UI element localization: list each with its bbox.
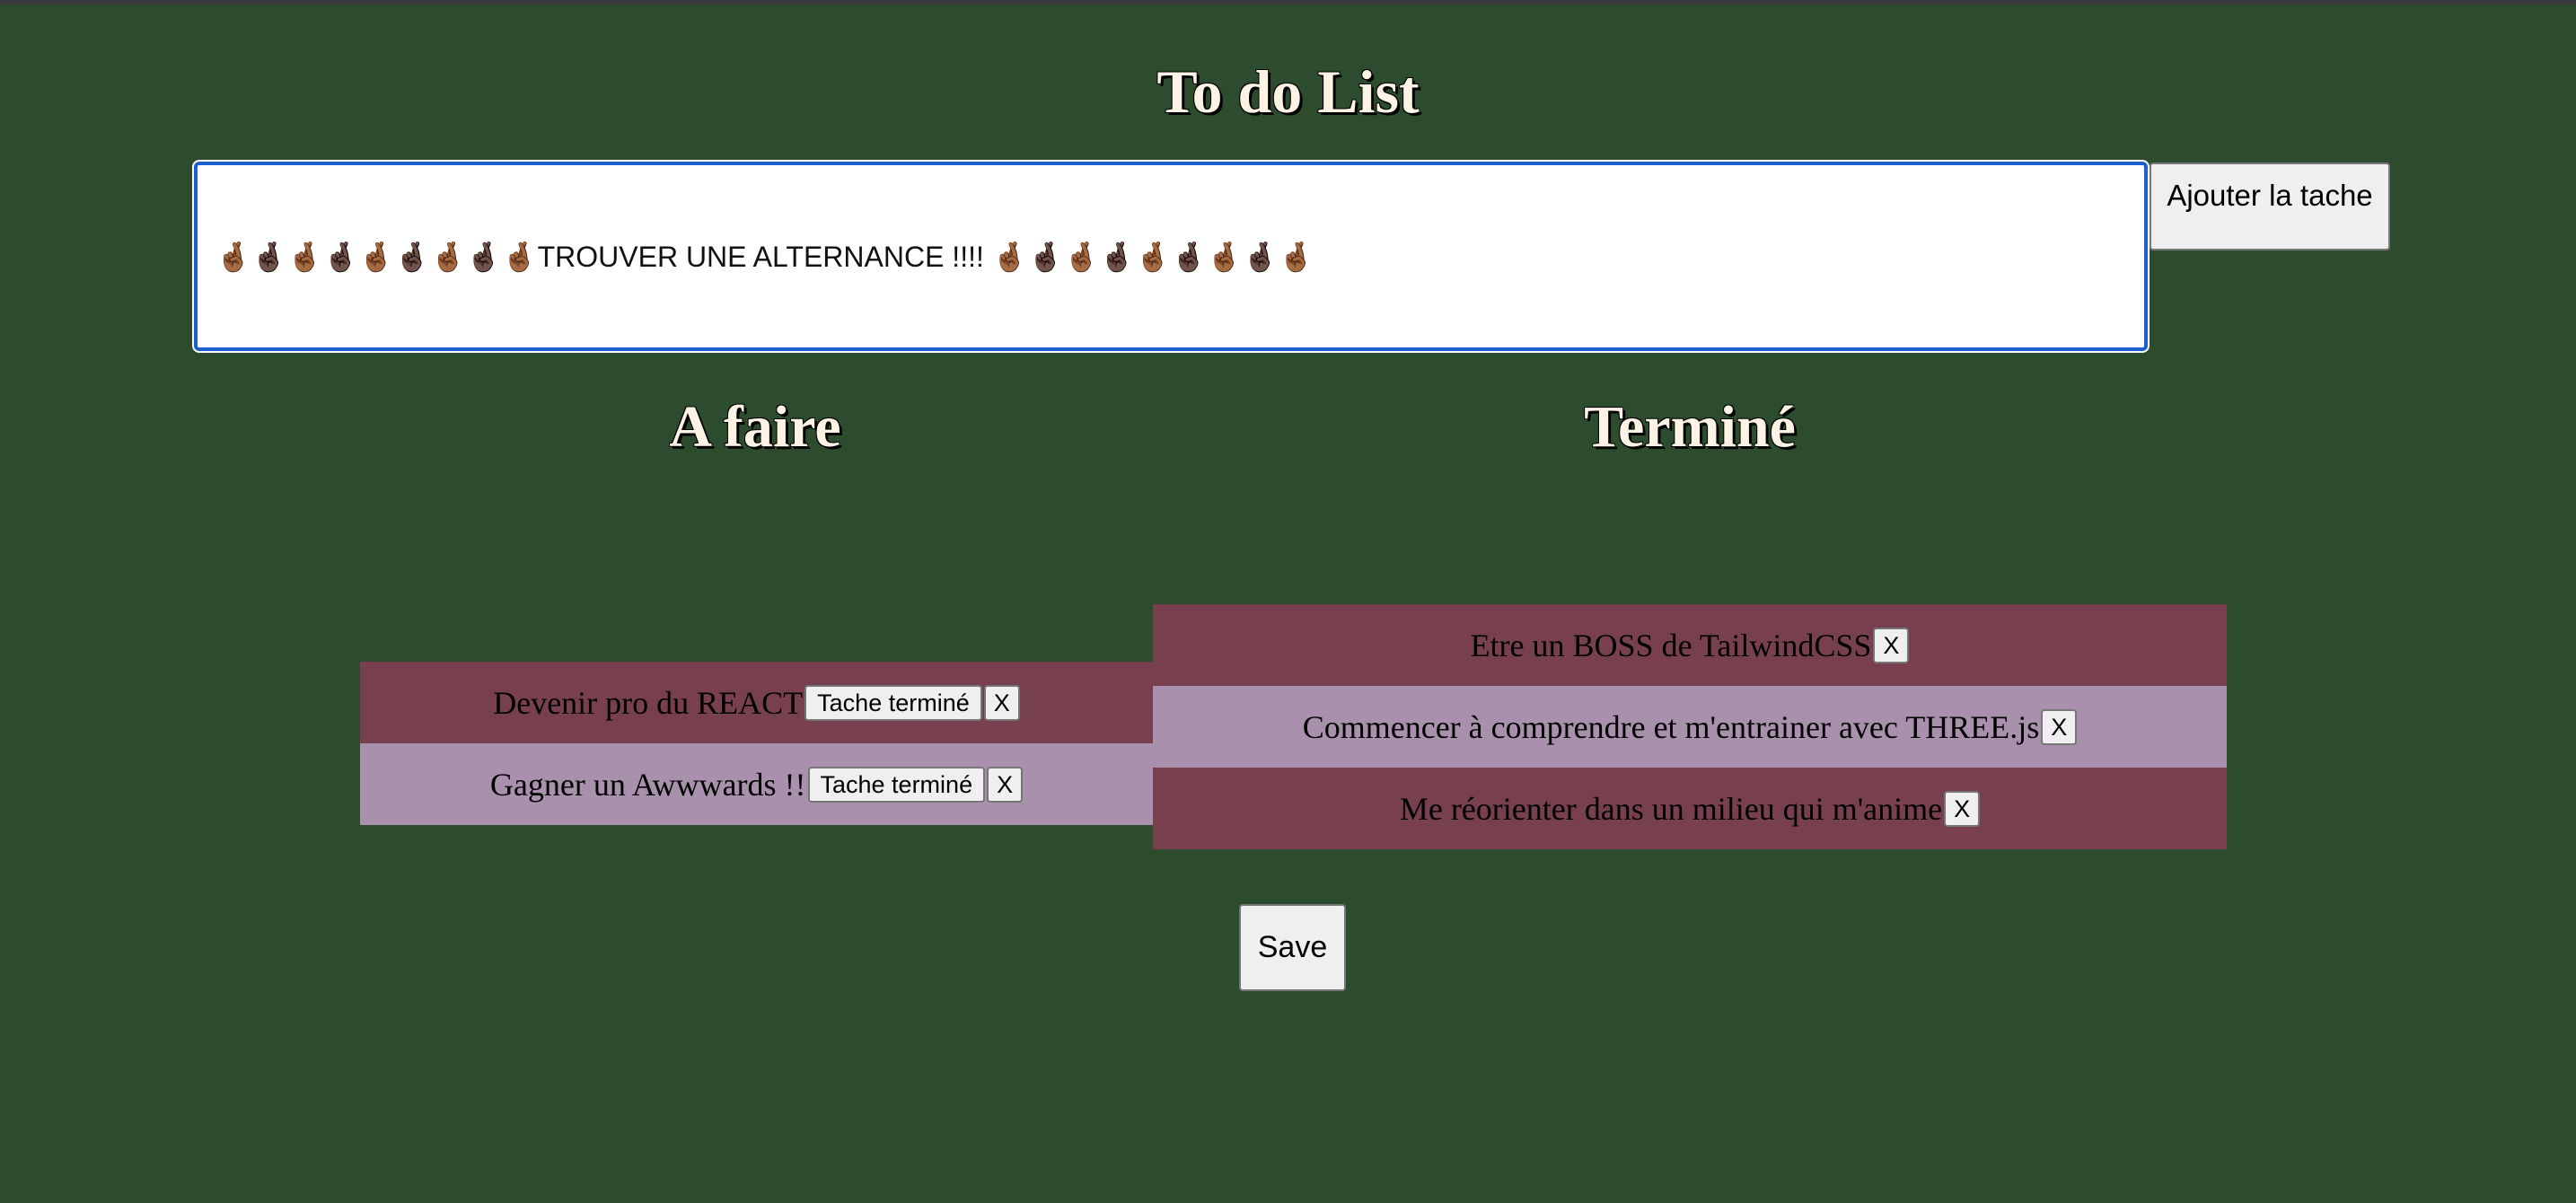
delete-button[interactable]: X bbox=[2041, 708, 2078, 745]
todo-column-title: A faire bbox=[669, 394, 841, 460]
delete-button[interactable]: X bbox=[983, 684, 1020, 721]
done-item-text: Etre un BOSS de TailwindCSS bbox=[1470, 627, 1872, 663]
delete-button[interactable]: X bbox=[1944, 790, 1981, 827]
page-title: To do List bbox=[1156, 57, 1420, 126]
mark-done-button[interactable]: Tache terminé bbox=[807, 766, 986, 803]
delete-button[interactable]: X bbox=[1873, 627, 1910, 663]
top-border bbox=[0, 0, 2576, 4]
done-item: Etre un BOSS de TailwindCSS X bbox=[1153, 604, 2227, 686]
done-item: Commencer à comprendre et m'entrainer av… bbox=[1153, 686, 2227, 768]
done-item-text: Commencer à comprendre et m'entrainer av… bbox=[1302, 708, 2040, 745]
done-column-title: Terminé bbox=[1584, 394, 1796, 460]
delete-button[interactable]: X bbox=[987, 766, 1024, 803]
todo-item: Devenir pro du REACT Tache terminé X bbox=[360, 662, 1153, 743]
mark-done-button[interactable]: Tache terminé bbox=[804, 684, 982, 721]
todo-list: Devenir pro du REACT Tache terminé X Gag… bbox=[360, 662, 1153, 825]
task-input[interactable] bbox=[192, 160, 2150, 353]
done-item-text: Me réorienter dans un milieu qui m'anime bbox=[1399, 790, 1943, 827]
done-item: Me réorienter dans un milieu qui m'anime… bbox=[1153, 768, 2227, 849]
done-list: Etre un BOSS de TailwindCSS X Commencer … bbox=[1153, 604, 2227, 849]
add-task-button[interactable]: Ajouter la tache bbox=[2150, 162, 2390, 250]
todo-item-text: Gagner un Awwwards !! bbox=[489, 766, 806, 803]
todo-item: Gagner un Awwwards !! Tache terminé X bbox=[360, 743, 1153, 825]
save-button[interactable]: Save bbox=[1239, 904, 1346, 991]
todo-item-text: Devenir pro du REACT bbox=[493, 684, 804, 721]
